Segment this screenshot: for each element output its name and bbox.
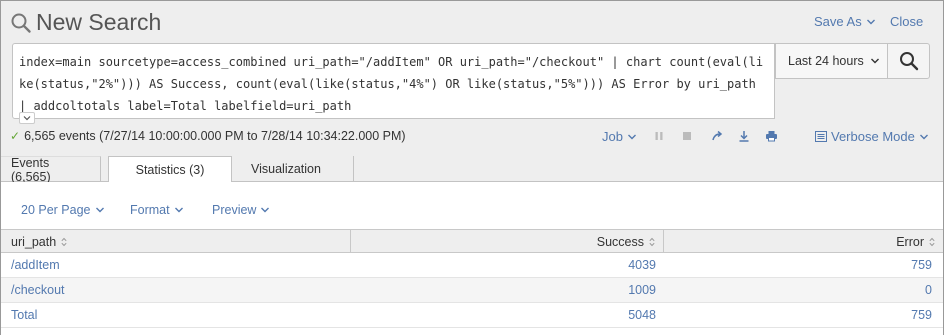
print-icon[interactable]: [763, 129, 779, 143]
app-window: New Search Save As Close index=main sour…: [0, 0, 944, 335]
column-header-uri-path[interactable]: uri_path: [1, 230, 351, 253]
results-tabs: Events (6,565) Statistics (3) Visualizat…: [1, 156, 943, 184]
column-header-label: Success: [596, 234, 644, 249]
time-range-picker[interactable]: Last 24 hours: [775, 43, 888, 79]
tab-visualization[interactable]: Visualization: [241, 156, 354, 182]
search-button[interactable]: [887, 43, 930, 79]
tab-events[interactable]: Events (6,565): [1, 156, 101, 184]
search-icon: [899, 52, 918, 71]
search-query-input[interactable]: index=main sourcetype=access_combined ur…: [19, 51, 769, 117]
sort-icon: [649, 237, 655, 246]
table-row: Total 5048 759: [1, 303, 943, 328]
preview-menu[interactable]: Preview: [212, 203, 270, 217]
header: New Search Save As Close: [1, 1, 943, 43]
format-menu[interactable]: Format: [130, 203, 184, 217]
share-icon[interactable]: [709, 129, 725, 143]
chevron-down-icon: [627, 134, 636, 139]
title-area: New Search: [10, 9, 161, 36]
preview-label: Preview: [212, 203, 257, 217]
column-header-label: Error: [896, 234, 924, 249]
statistics-panel: 20 Per Page Format Preview uri_path Succ…: [1, 182, 943, 335]
cell-uri-path[interactable]: Total: [11, 303, 341, 327]
search-mode-label: Verbose Mode: [831, 129, 915, 144]
job-menu[interactable]: Job: [602, 129, 637, 144]
time-range-label: Last 24 hours: [788, 54, 864, 68]
chevron-down-icon: [261, 207, 270, 213]
per-page-menu[interactable]: 20 Per Page: [21, 203, 105, 217]
cell-uri-path[interactable]: /checkout: [11, 278, 341, 302]
chevron-down-icon: [870, 58, 879, 64]
expand-search-button[interactable]: [19, 112, 35, 124]
column-header-label: uri_path: [11, 234, 57, 249]
chevron-down-icon: [866, 19, 875, 24]
format-label: Format: [130, 203, 170, 217]
save-as-button[interactable]: Save As: [814, 14, 876, 29]
column-header-success[interactable]: Success: [351, 230, 664, 253]
page-title: New Search: [36, 9, 162, 35]
cell-uri-path[interactable]: /addItem: [11, 253, 341, 277]
stop-icon[interactable]: [679, 129, 695, 143]
sort-icon: [61, 237, 67, 246]
cell-error[interactable]: 0: [664, 278, 932, 302]
cell-error[interactable]: 759: [664, 303, 932, 327]
search-bar[interactable]: index=main sourcetype=access_combined ur…: [12, 43, 775, 119]
chevron-down-icon: [174, 207, 183, 213]
table-row: /addItem 4039 759: [1, 253, 943, 278]
results-table: uri_path Success Error /addItem 4039 759…: [1, 229, 943, 328]
cell-success[interactable]: 5048: [351, 303, 656, 327]
save-as-label: Save As: [814, 14, 862, 29]
table-row: /checkout 1009 0: [1, 278, 943, 303]
search-mode-menu[interactable]: Verbose Mode: [815, 129, 929, 144]
list-icon: [815, 131, 827, 142]
cell-error[interactable]: 759: [664, 253, 932, 277]
pause-icon[interactable]: [651, 129, 667, 143]
job-label: Job: [602, 129, 623, 144]
per-page-label: 20 Per Page: [21, 203, 91, 217]
checkmark-icon: ✓: [10, 129, 21, 143]
cell-success[interactable]: 1009: [351, 278, 656, 302]
search-icon: [11, 13, 31, 33]
job-status: ✓ 6,565 events (7/27/14 10:00:00.000 PM …: [10, 129, 406, 143]
sort-icon: [929, 237, 935, 246]
close-button[interactable]: Close: [890, 14, 923, 29]
chevron-down-icon: [95, 207, 104, 213]
table-header: uri_path Success Error: [1, 229, 943, 253]
chevron-down-icon: [919, 134, 928, 139]
column-header-error[interactable]: Error: [664, 230, 943, 253]
tab-statistics[interactable]: Statistics (3): [108, 156, 232, 183]
chevron-down-icon: [23, 116, 31, 121]
cell-success[interactable]: 4039: [351, 253, 656, 277]
export-icon[interactable]: [736, 129, 752, 143]
event-summary: 6,565 events (7/27/14 10:00:00.000 PM to…: [24, 129, 406, 143]
